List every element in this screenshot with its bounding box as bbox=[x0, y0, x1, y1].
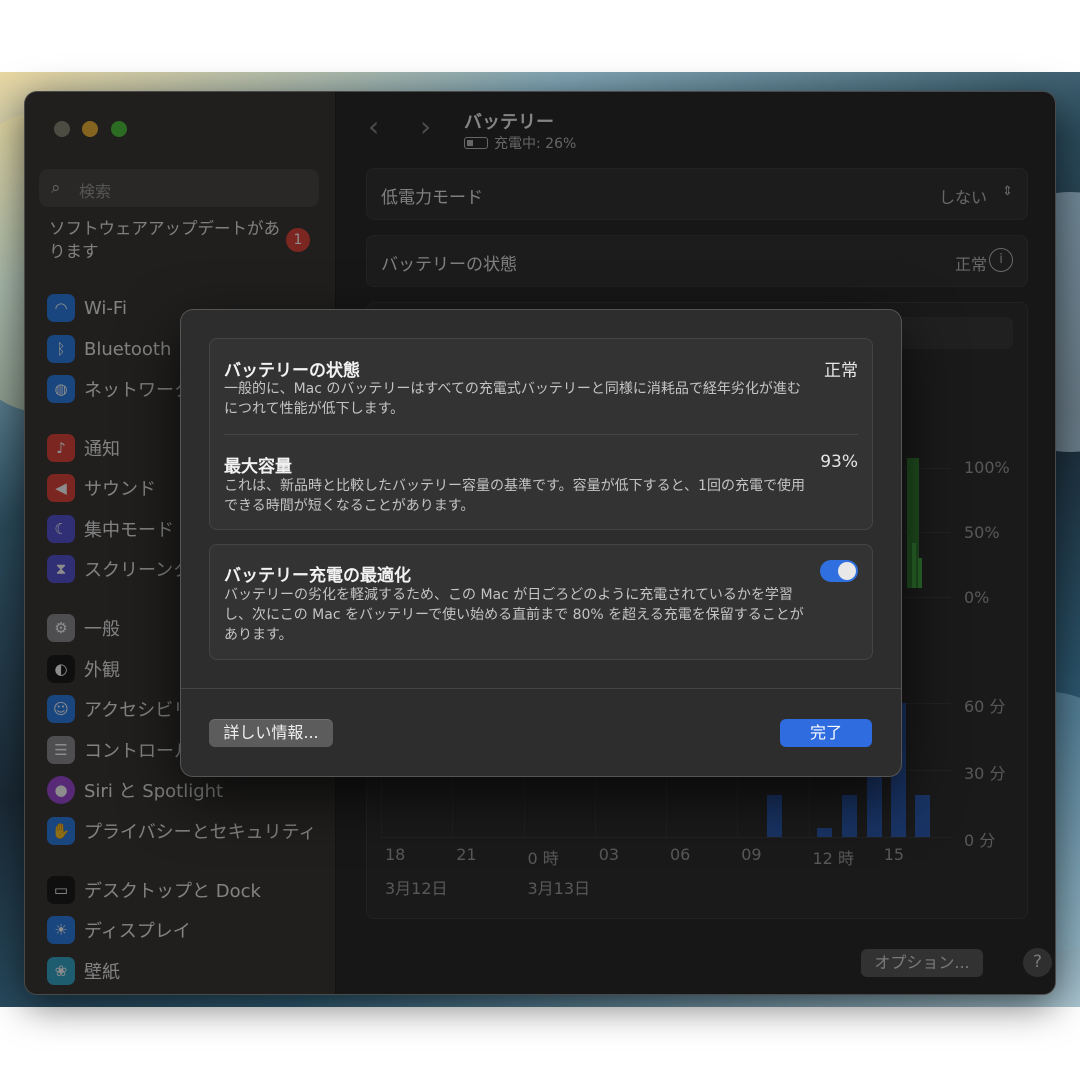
usage-x-tick-label: 12 時 bbox=[812, 849, 854, 868]
search-placeholder: 検索 bbox=[79, 182, 112, 201]
level-tick-label: 0% bbox=[964, 588, 990, 607]
search-field[interactable]: ⌕ 検索 bbox=[39, 169, 319, 207]
bluetooth-icon: ᛒ bbox=[47, 335, 75, 363]
sidebar-item-bluetooth[interactable]: ᛒ Bluetooth bbox=[47, 334, 171, 364]
wallpaper-icon: ❀ bbox=[47, 957, 75, 985]
usage-bar bbox=[915, 794, 930, 837]
usage-tick-label: 30 分 bbox=[964, 764, 1006, 783]
bell-icon: ♪ bbox=[47, 434, 75, 462]
optimize-description: バッテリーの劣化を軽減するため、この Mac が日ごろどのように充電されているか… bbox=[224, 587, 804, 643]
low-power-mode-row[interactable]: 低電力モード しない ⇕ bbox=[366, 168, 1028, 220]
sidebar-item-displays[interactable]: ☀ ディスプレイ bbox=[47, 915, 191, 945]
control-center-icon: ☰ bbox=[47, 736, 75, 764]
accessibility-icon: ☺ bbox=[47, 695, 75, 723]
sun-icon: ☀ bbox=[47, 916, 75, 944]
health-description: 一般的に、Mac のバッテリーはすべての充電式バッテリーと同様に消耗品で経年劣化… bbox=[224, 381, 801, 417]
battery-health-dialog: バッテリーの状態 正常 一般的に、Mac のバッテリーはすべての充電式バッテリー… bbox=[181, 310, 901, 776]
charging-status: 充電中: 26% bbox=[464, 133, 576, 153]
sidebar-item-siri-spotlight[interactable]: ● Siri と Spotlight bbox=[47, 775, 223, 805]
siri-icon: ● bbox=[47, 776, 75, 804]
software-update-notice[interactable]: ソフトウェアアップデートがあります bbox=[49, 217, 289, 263]
hand-icon: ✋ bbox=[47, 817, 75, 845]
usage-gridline bbox=[381, 837, 951, 838]
health-info-card: バッテリーの状態 正常 一般的に、Mac のバッテリーはすべての充電式バッテリー… bbox=[209, 338, 873, 530]
sidebar-item-general[interactable]: ⚙ 一般 bbox=[47, 613, 120, 643]
page-title: バッテリー bbox=[464, 112, 554, 133]
battery-icon bbox=[464, 137, 488, 149]
usage-date-label: 3月13日 bbox=[527, 879, 591, 898]
battery-health-row: バッテリーの状態 正常 i bbox=[366, 235, 1028, 287]
capacity-title: 最大容量 bbox=[224, 457, 292, 477]
optimize-charging-toggle[interactable] bbox=[820, 560, 858, 582]
moon-icon: ☾ bbox=[47, 515, 75, 543]
update-badge: 1 bbox=[286, 228, 310, 252]
sidebar-item-privacy-security[interactable]: ✋ プライバシーとセキュリティ bbox=[47, 816, 317, 846]
gear-icon: ⚙ bbox=[47, 614, 75, 642]
wifi-icon: ◠ bbox=[47, 294, 75, 322]
usage-x-tick-label: 03 bbox=[598, 845, 620, 864]
usage-x-tick-label: 0 時 bbox=[527, 849, 559, 868]
help-button[interactable]: ? bbox=[1023, 948, 1052, 977]
toggle-knob bbox=[838, 562, 856, 580]
level-bar bbox=[912, 543, 916, 588]
optimize-title: バッテリー充電の最適化 bbox=[224, 566, 411, 586]
capacity-description: これは、新品時と比較したバッテリー容量の基準です。容量が低下すると、1回の充電で… bbox=[224, 478, 805, 514]
usage-bar bbox=[817, 828, 832, 837]
appearance-icon: ◐ bbox=[47, 655, 75, 683]
usage-bar bbox=[867, 774, 882, 837]
stepper-chevron-icon[interactable]: ⇕ bbox=[1002, 184, 1013, 199]
usage-x-tick-label: 09 bbox=[741, 845, 762, 864]
close-button[interactable] bbox=[54, 121, 70, 137]
globe-icon: ◍ bbox=[47, 375, 75, 403]
sidebar-item-wifi[interactable]: ◠ Wi-Fi bbox=[47, 293, 127, 323]
level-tick-label: 100% bbox=[964, 458, 1010, 477]
sidebar-item-focus[interactable]: ☾ 集中モード bbox=[47, 514, 174, 544]
back-chevron-icon[interactable]: ‹ bbox=[368, 110, 379, 143]
forward-chevron-icon[interactable]: › bbox=[420, 110, 431, 143]
usage-x-tick-label: 15 bbox=[883, 845, 905, 864]
usage-x-tick-label: 06 bbox=[670, 845, 691, 864]
optimize-charging-card: バッテリー充電の最適化 バッテリーの劣化を軽減するため、この Mac が日ごろど… bbox=[209, 544, 873, 660]
low-power-mode-value[interactable]: しない bbox=[939, 184, 987, 208]
usage-date-label: 3月12日 bbox=[385, 879, 448, 898]
usage-x-tick-label: 18 bbox=[385, 845, 406, 864]
speaker-icon: ◀ bbox=[47, 474, 75, 502]
health-title: バッテリーの状態 bbox=[224, 361, 360, 381]
level-tick-label: 50% bbox=[964, 523, 1000, 542]
usage-bar bbox=[767, 794, 782, 837]
sidebar-item-appearance[interactable]: ◐ 外観 bbox=[47, 654, 120, 684]
usage-tick-label: 0 分 bbox=[964, 831, 996, 850]
sidebar-item-desktop-dock[interactable]: ▭ デスクトップと Dock bbox=[47, 875, 261, 905]
sidebar-item-network[interactable]: ◍ ネットワーク bbox=[47, 374, 192, 404]
capacity-value: 93% bbox=[820, 452, 858, 472]
usage-bar bbox=[842, 794, 857, 837]
dock-icon: ▭ bbox=[47, 876, 75, 904]
sidebar-item-notifications[interactable]: ♪ 通知 bbox=[47, 433, 120, 463]
minimize-button[interactable] bbox=[82, 121, 98, 137]
hourglass-icon: ⧗ bbox=[47, 555, 75, 583]
done-button[interactable]: 完了 bbox=[780, 719, 872, 747]
info-icon[interactable]: i bbox=[989, 248, 1013, 272]
sidebar-item-wallpaper[interactable]: ❀ 壁紙 bbox=[47, 956, 120, 986]
more-info-button[interactable]: 詳しい情報... bbox=[209, 719, 333, 747]
sidebar-item-sound[interactable]: ◀ サウンド bbox=[47, 473, 156, 503]
level-bar bbox=[918, 558, 922, 588]
search-icon: ⌕ bbox=[51, 178, 61, 198]
health-value: 正常 bbox=[824, 361, 858, 381]
usage-x-tick-label: 21 bbox=[456, 845, 477, 864]
options-button[interactable]: オプション... bbox=[861, 949, 983, 977]
zoom-button[interactable] bbox=[111, 121, 127, 137]
usage-tick-label: 60 分 bbox=[964, 697, 1006, 716]
